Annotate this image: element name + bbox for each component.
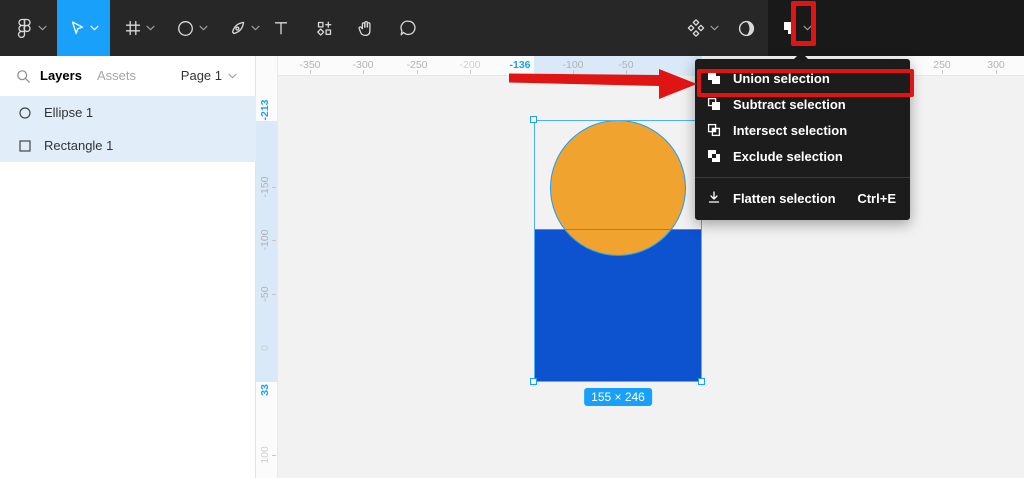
chevron-down-icon — [38, 25, 47, 31]
chevron-down-icon — [251, 25, 260, 31]
ruler-label: -50 — [259, 286, 271, 301]
chevron-down-icon — [90, 25, 99, 31]
boolean-subtract-icon — [707, 97, 721, 111]
comment-tool-button[interactable] — [390, 0, 426, 56]
ruler-selection-label: 33 — [259, 384, 271, 396]
annotation-box-boolean-chevron — [791, 1, 816, 46]
layer-name: Rectangle 1 — [44, 138, 113, 153]
layer-row-rectangle-1[interactable]: Rectangle 1 — [0, 129, 256, 162]
vertical-ruler-selection-band — [256, 121, 277, 382]
menu-item-label: Intersect selection — [733, 123, 847, 138]
layers-panel: Layers Assets Page 1 Ellipse 1 Rectangle… — [0, 56, 256, 478]
boolean-exclude-icon — [707, 149, 721, 163]
ruler-selection-label: -213 — [259, 99, 271, 120]
component-icon — [316, 20, 333, 37]
figma-menu-button[interactable] — [8, 0, 54, 56]
text-icon — [273, 20, 289, 36]
mask-icon — [738, 20, 755, 37]
text-tool-button[interactable] — [263, 0, 299, 56]
rectangle-icon — [19, 140, 31, 152]
menu-item-flatten-selection[interactable]: Flatten selection Ctrl+E — [695, 185, 910, 211]
menu-item-label: Exclude selection — [733, 149, 843, 164]
ruler-label: 0 — [259, 345, 271, 351]
menu-item-shortcut: Ctrl+E — [857, 191, 896, 206]
frame-tool-button[interactable] — [114, 0, 166, 56]
ruler-label: -150 — [259, 176, 271, 197]
tab-assets[interactable]: Assets — [97, 68, 136, 83]
boolean-intersect-icon — [707, 123, 721, 137]
chevron-down-icon — [199, 25, 208, 31]
top-toolbar — [0, 0, 1024, 56]
search-icon[interactable] — [16, 69, 31, 84]
selection-handle-bottom-left[interactable] — [530, 378, 537, 385]
menu-item-intersect-selection[interactable]: Intersect selection — [695, 117, 910, 143]
chevron-down-icon — [228, 73, 237, 79]
tab-layers[interactable]: Layers — [40, 68, 82, 83]
menu-item-exclude-selection[interactable]: Exclude selection — [695, 143, 910, 169]
page-selector[interactable]: Page 1 — [181, 68, 237, 83]
hand-icon — [357, 19, 375, 37]
selection-handle-bottom-right[interactable] — [698, 378, 705, 385]
mask-button[interactable] — [728, 0, 764, 56]
ruler-label: -100 — [259, 229, 271, 250]
ellipse-icon — [19, 107, 31, 119]
move-cursor-icon — [69, 20, 85, 36]
menu-divider — [695, 177, 910, 178]
panel-tab-row: Layers Assets Page 1 — [0, 56, 255, 96]
create-component-button[interactable] — [306, 0, 342, 56]
move-tool-button[interactable] — [57, 0, 110, 56]
ruler-label: 100 — [259, 446, 271, 464]
flatten-icon — [707, 191, 721, 205]
annotation-box-union-item — [697, 69, 914, 97]
menu-item-label: Subtract selection — [733, 97, 846, 112]
comment-bubble-icon — [399, 19, 417, 37]
page-selector-label: Page 1 — [181, 68, 222, 83]
hand-tool-button[interactable] — [348, 0, 384, 56]
selection-size-badge: 155 × 246 — [584, 388, 652, 406]
figma-logo-icon — [16, 18, 33, 38]
chevron-down-icon — [710, 25, 719, 31]
selection-bounding-box[interactable] — [534, 120, 702, 382]
component-diamonds-icon — [687, 19, 705, 37]
layer-row-ellipse-1[interactable]: Ellipse 1 — [0, 96, 256, 129]
chevron-down-icon — [146, 25, 155, 31]
pen-icon — [229, 20, 246, 37]
selection-handle-top-left[interactable] — [530, 116, 537, 123]
figma-app-window: Layers Assets Page 1 Ellipse 1 Rectangle… — [0, 0, 1024, 478]
layer-name: Ellipse 1 — [44, 105, 93, 120]
annotation-arrow — [500, 58, 700, 104]
frame-icon — [125, 20, 141, 36]
shape-tool-button[interactable] — [166, 0, 218, 56]
component-instance-button[interactable] — [681, 0, 725, 56]
menu-item-label: Flatten selection — [733, 191, 836, 206]
ellipse-tool-icon — [177, 20, 194, 37]
